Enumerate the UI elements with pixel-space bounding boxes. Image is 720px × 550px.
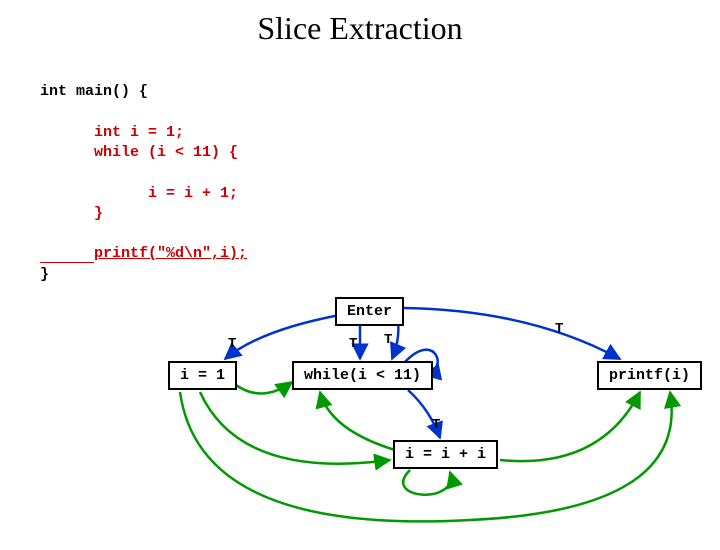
code-line: i = i + 1;: [40, 185, 238, 202]
code-line: }: [40, 266, 49, 283]
node-enter: Enter: [335, 297, 404, 326]
page-title: Slice Extraction: [0, 10, 720, 47]
edge-label: T: [432, 417, 440, 433]
node-incr: i = i + i: [393, 440, 498, 469]
code-block: int main() { int i = 1; while (i < 11) {…: [40, 62, 720, 285]
node-cond: while(i < 11): [292, 361, 433, 390]
code-line: int i = 1;: [40, 124, 184, 141]
edge-label: T: [228, 336, 236, 352]
code-line: int main() {: [40, 83, 148, 100]
node-print: printf(i): [597, 361, 702, 390]
edge-label: T: [349, 336, 357, 352]
node-init: i = 1: [168, 361, 237, 390]
code-line: while (i < 11) {: [40, 144, 238, 161]
code-line: }: [40, 205, 103, 222]
edge-label: T: [384, 332, 392, 348]
edge-label: T: [555, 321, 563, 337]
code-line: printf("%d\n",i);: [40, 245, 247, 262]
